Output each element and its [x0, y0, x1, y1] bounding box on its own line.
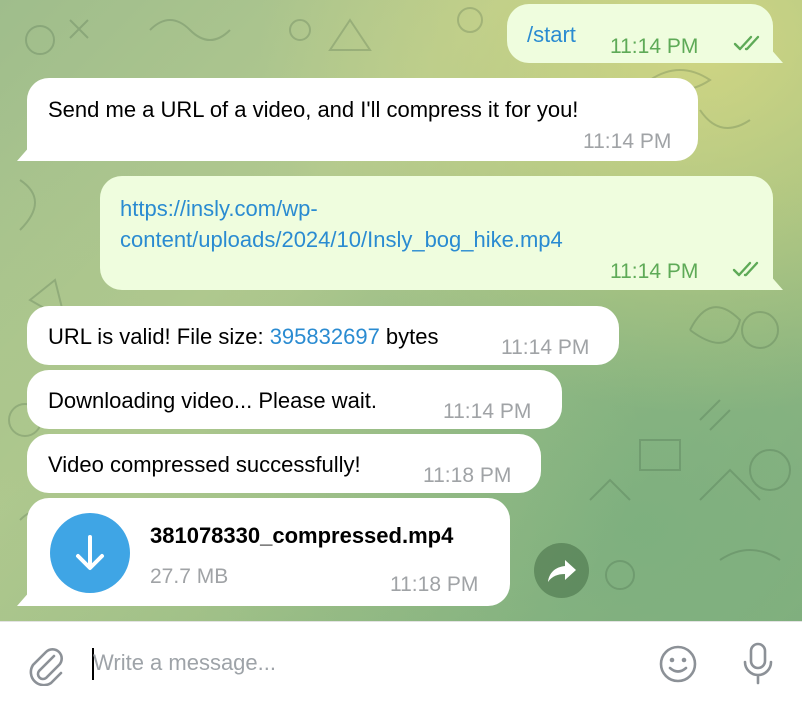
message-time: 11:14 PM — [583, 130, 672, 153]
chat-history[interactable]: /start 11:14 PM Send me a URL of a video… — [0, 0, 802, 621]
message-text: URL is valid! File size: 395832697 bytes — [48, 321, 439, 352]
message-text: Downloading video... Please wait. — [48, 388, 377, 413]
message-text-prefix: URL is valid! File size: — [48, 324, 270, 349]
message-time: 11:14 PM — [501, 336, 590, 359]
command-link[interactable]: /start — [527, 19, 576, 50]
message-time: 11:14 PM — [443, 400, 532, 423]
double-check-icon — [733, 35, 760, 51]
message-bubble-outgoing[interactable]: /start 11:14 PM — [507, 4, 773, 63]
file-size-value[interactable]: 395832697 — [270, 324, 380, 349]
message-text: Send me a URL of a video, and I'll compr… — [48, 97, 579, 122]
paperclip-icon[interactable] — [26, 644, 66, 686]
message-time: 11:14 PM — [610, 35, 699, 58]
message-bubble-outgoing[interactable]: https://insly.com/wp- content/uploads/20… — [100, 176, 773, 290]
message-text-suffix: bytes — [379, 324, 439, 349]
message-composer — [0, 621, 802, 705]
download-button[interactable] — [50, 513, 130, 593]
download-arrow-icon — [76, 535, 104, 570]
message-bubble-incoming[interactable]: Send me a URL of a video, and I'll compr… — [27, 78, 698, 161]
url-link[interactable]: https://insly.com/wp- — [120, 193, 318, 224]
message-bubble-incoming[interactable]: URL is valid! File size: 395832697 bytes… — [27, 306, 619, 365]
message-time: 11:18 PM — [390, 573, 479, 596]
message-input[interactable] — [93, 642, 633, 684]
smiley-icon[interactable] — [657, 643, 699, 685]
double-check-icon — [732, 261, 759, 277]
message-time: 11:14 PM — [610, 260, 699, 283]
message-bubble-incoming[interactable]: Video compressed successfully! 11:18 PM — [27, 434, 541, 493]
forward-button[interactable] — [534, 543, 589, 598]
message-bubble-incoming[interactable]: Downloading video... Please wait. 11:14 … — [27, 370, 562, 429]
url-link-continued[interactable]: content/uploads/2024/10/Insly_bog_hike.m… — [120, 224, 563, 255]
forward-arrow-icon — [548, 560, 576, 582]
file-size: 27.7 MB — [150, 565, 229, 588]
file-name[interactable]: 381078330_compressed.mp4 — [150, 520, 453, 551]
microphone-icon[interactable] — [740, 641, 776, 687]
message-text: Video compressed successfully! — [48, 452, 361, 477]
message-time: 11:18 PM — [423, 464, 512, 487]
